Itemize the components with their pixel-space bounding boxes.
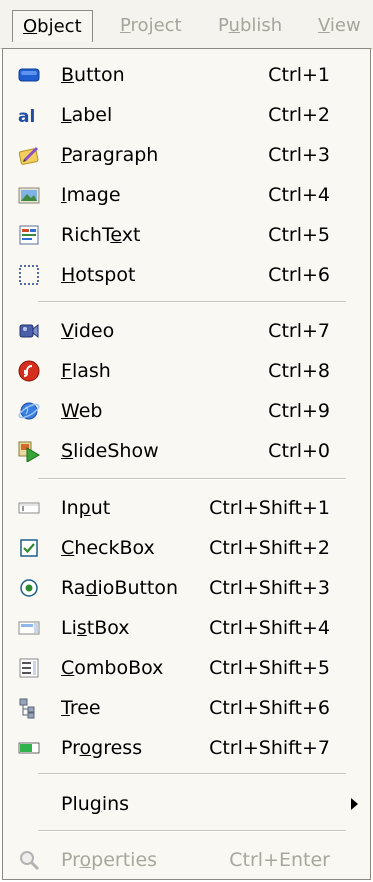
slideshow-icon: [18, 440, 40, 463]
menu-item-slideshow[interactable]: SlideShow Ctrl+0: [3, 433, 370, 469]
shortcut-label: Ctrl+9: [268, 400, 330, 422]
shortcut-label: Ctrl+1: [268, 64, 330, 86]
shortcut-label: Ctrl+Enter: [229, 849, 330, 871]
input-icon: [18, 497, 40, 519]
menu-separator: [38, 478, 346, 480]
shortcut-label: Ctrl+0: [268, 440, 330, 462]
menu-item-video[interactable]: Video Ctrl+7: [3, 313, 370, 349]
shortcut-label: Ctrl+Shift+4: [209, 617, 330, 639]
menu-item-radiobutton[interactable]: RadioButton Ctrl+Shift+3: [3, 570, 370, 606]
menu-item-button[interactable]: Button Ctrl+1: [3, 57, 370, 93]
menu-item-flash[interactable]: Flash Ctrl+8: [3, 353, 370, 389]
menubar-publish[interactable]: Publish: [218, 11, 282, 41]
shortcut-label: Ctrl+6: [268, 264, 330, 286]
shortcut-label: Ctrl+4: [268, 184, 330, 206]
menu-item-paragraph[interactable]: Paragraph Ctrl+3: [3, 137, 370, 173]
flash-icon: [18, 360, 40, 382]
menu-item-richtext[interactable]: RichText Ctrl+5: [3, 217, 370, 253]
shortcut-label: Ctrl+Shift+2: [209, 537, 330, 559]
shortcut-label: Ctrl+Shift+3: [209, 577, 330, 599]
submenu-arrow-icon: [351, 798, 358, 810]
checkbox-icon: [18, 537, 40, 559]
object-dropdown-menu: Button Ctrl+1 al Label Ctrl+2 Paragraph …: [2, 48, 371, 880]
menu-item-hotspot[interactable]: Hotspot Ctrl+6: [3, 257, 370, 293]
combobox-icon: [18, 657, 40, 679]
menu-item-listbox[interactable]: ListBox Ctrl+Shift+4: [3, 610, 370, 646]
shortcut-label: Ctrl+Shift+1: [209, 497, 330, 519]
menubar-project[interactable]: Project: [120, 11, 182, 41]
shortcut-label: Ctrl+8: [268, 360, 330, 382]
menu-separator: [38, 301, 346, 303]
shortcut-label: Ctrl+3: [268, 144, 330, 166]
radiobutton-icon: [18, 577, 40, 599]
button-icon: [18, 64, 40, 86]
shortcut-label: Ctrl+7: [268, 320, 330, 342]
menu-separator: [38, 773, 346, 775]
video-icon: [18, 320, 40, 342]
image-icon: [18, 184, 40, 206]
shortcut-label: Ctrl+5: [268, 224, 330, 246]
menu-item-input[interactable]: Input Ctrl+Shift+1: [3, 490, 370, 526]
menu-item-progress[interactable]: Progress Ctrl+Shift+7: [3, 730, 370, 766]
menu-item-tree[interactable]: Tree Ctrl+Shift+6: [3, 690, 370, 726]
tree-icon: [18, 697, 40, 719]
magnifier-icon: [18, 849, 40, 871]
menu-separator: [38, 830, 346, 832]
shortcut-label: Ctrl+Shift+7: [209, 737, 330, 759]
web-icon: [18, 400, 40, 422]
shortcut-label: Ctrl+Shift+6: [209, 697, 330, 719]
svg-text:al: al: [18, 107, 35, 126]
label-icon: al: [18, 104, 40, 127]
menu-item-properties: Properties Ctrl+Enter: [3, 842, 370, 878]
listbox-icon: [18, 617, 40, 639]
menu-bar: Object Project Publish View: [0, 0, 373, 49]
progress-icon: [18, 737, 40, 759]
menu-item-plugins[interactable]: Plugins: [3, 786, 370, 822]
menu-item-web[interactable]: Web Ctrl+9: [3, 393, 370, 429]
menubar-view[interactable]: View: [318, 11, 361, 41]
shortcut-label: Ctrl+Shift+5: [209, 657, 330, 679]
shortcut-label: Ctrl+2: [268, 104, 330, 126]
menu-item-image[interactable]: Image Ctrl+4: [3, 177, 370, 213]
menu-item-combobox[interactable]: ComboBox Ctrl+Shift+5: [3, 650, 370, 686]
menubar-object[interactable]: Object: [12, 10, 93, 42]
paragraph-icon: [18, 144, 40, 166]
hotspot-icon: [18, 264, 40, 286]
menu-item-label[interactable]: al Label Ctrl+2: [3, 97, 370, 133]
menu-item-checkbox[interactable]: CheckBox Ctrl+Shift+2: [3, 530, 370, 566]
richtext-icon: [18, 224, 40, 246]
